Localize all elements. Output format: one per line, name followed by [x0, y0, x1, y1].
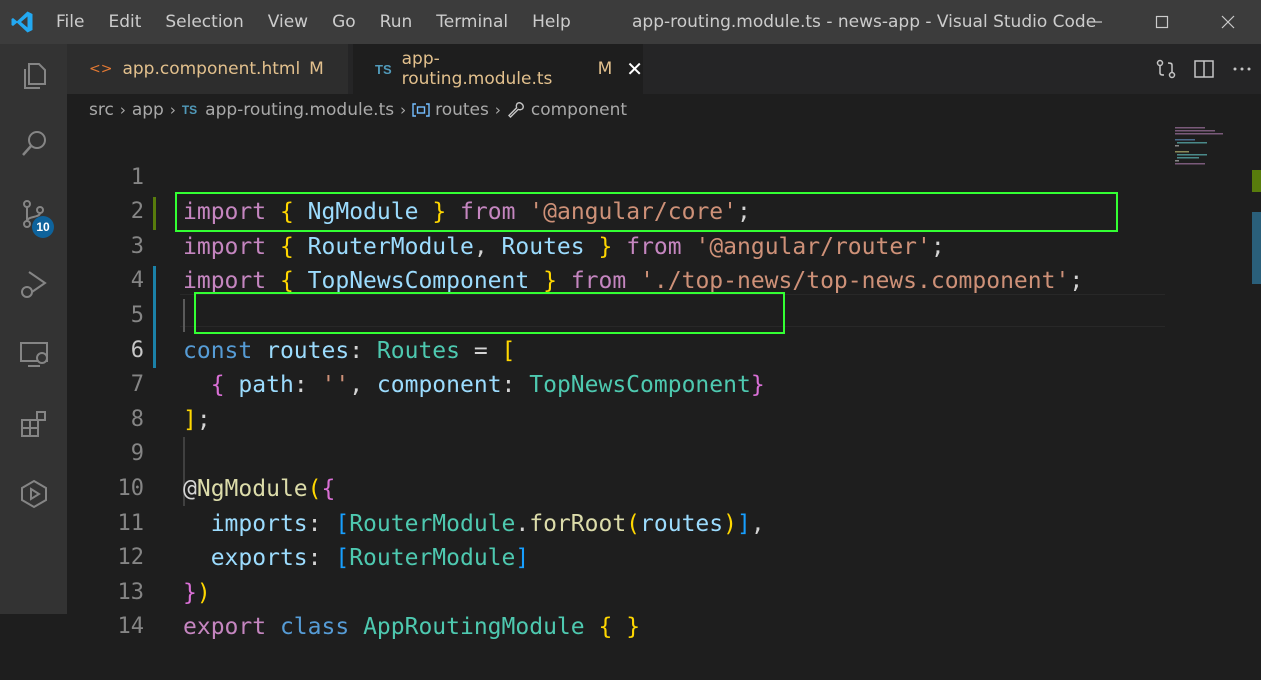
menu-run[interactable]: Run [368, 0, 425, 44]
source-control-badge: 10 [32, 216, 54, 238]
extensions-button[interactable] [0, 394, 67, 454]
search-icon [21, 131, 46, 156]
source-control-button[interactable] [0, 184, 67, 244]
line-number: 14 [117, 614, 145, 640]
code-line: 4 [67, 230, 1167, 293]
close-tab-icon[interactable]: ✕ [626, 57, 643, 81]
remote-explorer-button[interactable] [0, 324, 67, 384]
run-debug-icon [20, 271, 47, 298]
minimap-preview [1175, 127, 1223, 165]
highlight-box-import [175, 192, 1118, 232]
tab-label: app-routing.module.ts [401, 49, 553, 89]
remote-explorer-icon [19, 342, 48, 367]
code-text: export class AppRoutingModule { } [183, 614, 641, 641]
run-debug-button[interactable] [0, 254, 67, 314]
code-line: 7 ]; [67, 334, 1167, 433]
tab-label: app.component.html [122, 59, 301, 79]
maximize-icon [1155, 15, 1169, 29]
ts-file-icon: TS [181, 103, 198, 117]
menu-go[interactable]: Go [320, 0, 368, 44]
tab-bar: <> app.component.html M TS app-routing.m… [67, 44, 1261, 94]
tab-app-routing-module-ts[interactable]: TS app-routing.module.ts M ✕ [353, 44, 643, 94]
ellipsis-icon [1233, 67, 1251, 71]
menu-edit[interactable]: Edit [96, 0, 153, 44]
code-line: 8 [67, 368, 1167, 432]
close-icon [1221, 15, 1235, 29]
ts-file-icon: TS [375, 61, 392, 77]
activity-bar: 10 [0, 44, 67, 614]
variable-icon [412, 103, 430, 117]
maximize-button[interactable] [1129, 0, 1195, 44]
more-actions-button[interactable] [1223, 44, 1261, 94]
editor-actions [1147, 44, 1261, 94]
code-line: 9 @NgModule({ [67, 403, 1167, 502]
code-line: 1 import { NgModule } from '@angular/cor… [67, 126, 1167, 226]
code-line: 11 exports: [RouterModule] [67, 472, 1167, 572]
code-line: 2 import { RouterModule, Routes } from '… [67, 161, 1167, 260]
highlight-box-route [194, 292, 785, 334]
menu-bar: File Edit Selection View Go Run Terminal… [44, 0, 583, 44]
html-file-icon: <> [89, 61, 113, 77]
open-changes-button[interactable] [1147, 44, 1185, 94]
minimize-icon [1090, 21, 1102, 23]
breadcrumb-routes[interactable]: routes [435, 100, 489, 120]
menu-terminal[interactable]: Terminal [424, 0, 520, 44]
split-editor-icon [1194, 60, 1214, 78]
code-line: 10 imports: [RouterModule.forRoot(routes… [67, 437, 1167, 537]
breadcrumb: src › app › TS app-routing.module.ts › r… [67, 94, 1261, 126]
window-title: app-routing.module.ts - news-app - Visua… [632, 12, 1097, 32]
testing-icon [20, 479, 47, 509]
minimize-button[interactable] [1063, 0, 1129, 44]
title-bar: File Edit Selection View Go Run Terminal… [0, 0, 1261, 44]
chevron-right-icon: › [169, 101, 176, 119]
code-line: 14 [67, 576, 1167, 639]
menu-help[interactable]: Help [520, 0, 583, 44]
menu-view[interactable]: View [256, 0, 320, 44]
scrollbar-modified-marker [1252, 212, 1261, 284]
menu-selection[interactable]: Selection [153, 0, 255, 44]
extensions-icon [20, 411, 46, 437]
scrollbar-added-marker [1252, 170, 1261, 192]
code-line: 13 export class AppRoutingModule { } [67, 541, 1167, 641]
code-line: 12 }) [67, 507, 1167, 606]
vscode-logo-icon [0, 0, 44, 44]
modified-indicator: M [597, 59, 613, 79]
breadcrumb-src[interactable]: src [89, 100, 114, 120]
menu-file[interactable]: File [44, 0, 96, 44]
explorer-button[interactable] [0, 46, 67, 106]
wrench-icon [507, 102, 524, 118]
split-editor-button[interactable] [1185, 44, 1223, 94]
breadcrumb-file[interactable]: app-routing.module.ts [205, 100, 394, 120]
breadcrumb-app[interactable]: app [132, 100, 164, 120]
files-icon [23, 63, 46, 89]
close-window-button[interactable] [1195, 0, 1261, 44]
search-button[interactable] [0, 114, 67, 174]
testing-button[interactable] [0, 464, 67, 524]
breadcrumb-component[interactable]: component [531, 100, 627, 120]
compare-changes-icon [1156, 59, 1176, 79]
window-controls [1063, 0, 1261, 44]
code-editor[interactable]: 1 import { NgModule } from '@angular/cor… [67, 126, 1261, 641]
tab-app-component-html[interactable]: <> app.component.html M [67, 44, 348, 94]
chevron-right-icon: › [400, 101, 407, 119]
chevron-right-icon: › [119, 101, 126, 119]
minimap[interactable] [1165, 126, 1245, 186]
chevron-right-icon: › [494, 101, 501, 119]
modified-indicator: M [309, 59, 324, 79]
